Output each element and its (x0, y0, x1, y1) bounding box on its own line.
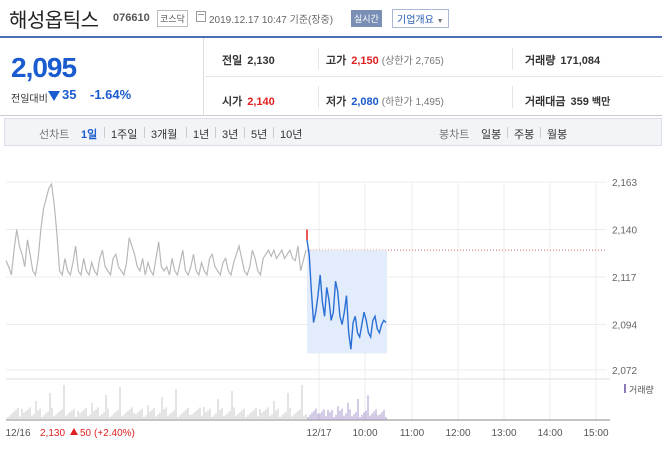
chart-toolbar: 선차트 1일 1주일 3개월 1년 3년 5년 10년 봉차트 일봉 주봉 월봉 (4, 118, 662, 146)
candle-chart-label: 봉차트 (439, 129, 470, 141)
stock-header: 해성옵틱스 076610 코스닥 2019.12.17 10:47 기준(장중)… (0, 0, 662, 36)
y-tick-label: 2,094 (612, 321, 637, 332)
x-tick-label: 15:00 (583, 428, 608, 439)
stat-amount: 거래대금 359 백만 (525, 96, 611, 108)
chevron-down-icon: ▼ (436, 18, 444, 25)
x-tick-label: 11:00 (400, 428, 425, 439)
price-panel: 2,095 전일대비 35 -1.64% 전일 2,130 고가 2,150 (상한가… (0, 36, 662, 116)
x-tick-label: 12/17 (306, 428, 331, 439)
y-tick-label: 2,117 (612, 273, 637, 284)
stats-separator (318, 48, 319, 70)
x-tick-label: 13:00 (491, 428, 516, 439)
up-triangle-icon (70, 428, 78, 435)
period-1w-button[interactable]: 1주일 (111, 126, 137, 142)
x-tick-label: 12/16 (5, 428, 30, 439)
stat-open: 시가 2,140 (222, 96, 275, 108)
prev-day-price: 2,130 (40, 428, 65, 439)
x-tick-label: 14:00 (537, 428, 562, 439)
company-info-dropdown[interactable]: 기업개요 ▼ (392, 9, 449, 28)
market-badge: 코스닥 (157, 10, 188, 27)
candle-monthly-button[interactable]: 월봉 (547, 126, 567, 142)
change-percent: -1.64% (90, 87, 132, 102)
prev-day-change: 50 (80, 428, 92, 439)
x-tick-label: 10:00 (352, 428, 377, 439)
price-chart-svg: 2,163 2,140 2,117 2,094 2,072 거래량 12/16 12/17 10… (5, 178, 654, 439)
period-1d-button[interactable]: 1일 (81, 126, 97, 142)
stat-high: 고가 2,150 (상한가 2,765) (326, 55, 444, 67)
period-1y-button[interactable]: 1년 (193, 126, 209, 142)
y-tick-label: 2,072 (612, 366, 637, 377)
stats-separator (512, 86, 513, 108)
period-5y-button[interactable]: 5년 (251, 126, 267, 142)
x-tick-label: 12:00 (445, 428, 470, 439)
line-chart-label: 선차트 (39, 129, 70, 141)
realtime-button[interactable]: 실시간 (351, 10, 382, 27)
y-tick-label: 2,140 (612, 226, 637, 237)
stats-separator (512, 48, 513, 70)
stat-volume: 거래량 171,084 (525, 55, 601, 67)
stats-divider (205, 76, 662, 77)
current-price-box: 2,095 전일대비 35 -1.64% (0, 38, 204, 116)
down-triangle-icon (48, 91, 60, 101)
company-info-label: 기업개요 (397, 15, 434, 26)
company-name: 해성옵틱스 (9, 10, 99, 32)
volume-legend-label: 거래량 (629, 384, 654, 395)
change-value: 35 (62, 87, 77, 102)
price-chart: 2,163 2,140 2,117 2,094 2,072 거래량 12/16 12/17 10… (4, 170, 662, 451)
y-tick-label: 2,163 (612, 178, 637, 189)
stock-code: 076610 (113, 12, 150, 24)
calendar-icon (196, 11, 206, 22)
stats-separator (318, 86, 319, 108)
change-label: 전일대비 (11, 94, 48, 105)
candle-weekly-button[interactable]: 주봉 (514, 126, 534, 142)
current-price: 2,095 (11, 52, 77, 83)
period-10y-button[interactable]: 10년 (280, 126, 302, 142)
stat-prev-close: 전일 2,130 (222, 55, 275, 67)
datetime-text: 2019.12.17 10:47 기준(장중) (209, 15, 334, 26)
stat-low: 저가 2,080 (하한가 1,495) (326, 96, 444, 108)
volume-legend-icon (624, 384, 626, 393)
period-3m-button[interactable]: 3개월 (151, 126, 177, 142)
period-3y-button[interactable]: 3년 (222, 126, 238, 142)
candle-daily-button[interactable]: 일봉 (481, 126, 501, 142)
prev-day-pct: (+2.40%) (94, 428, 135, 439)
